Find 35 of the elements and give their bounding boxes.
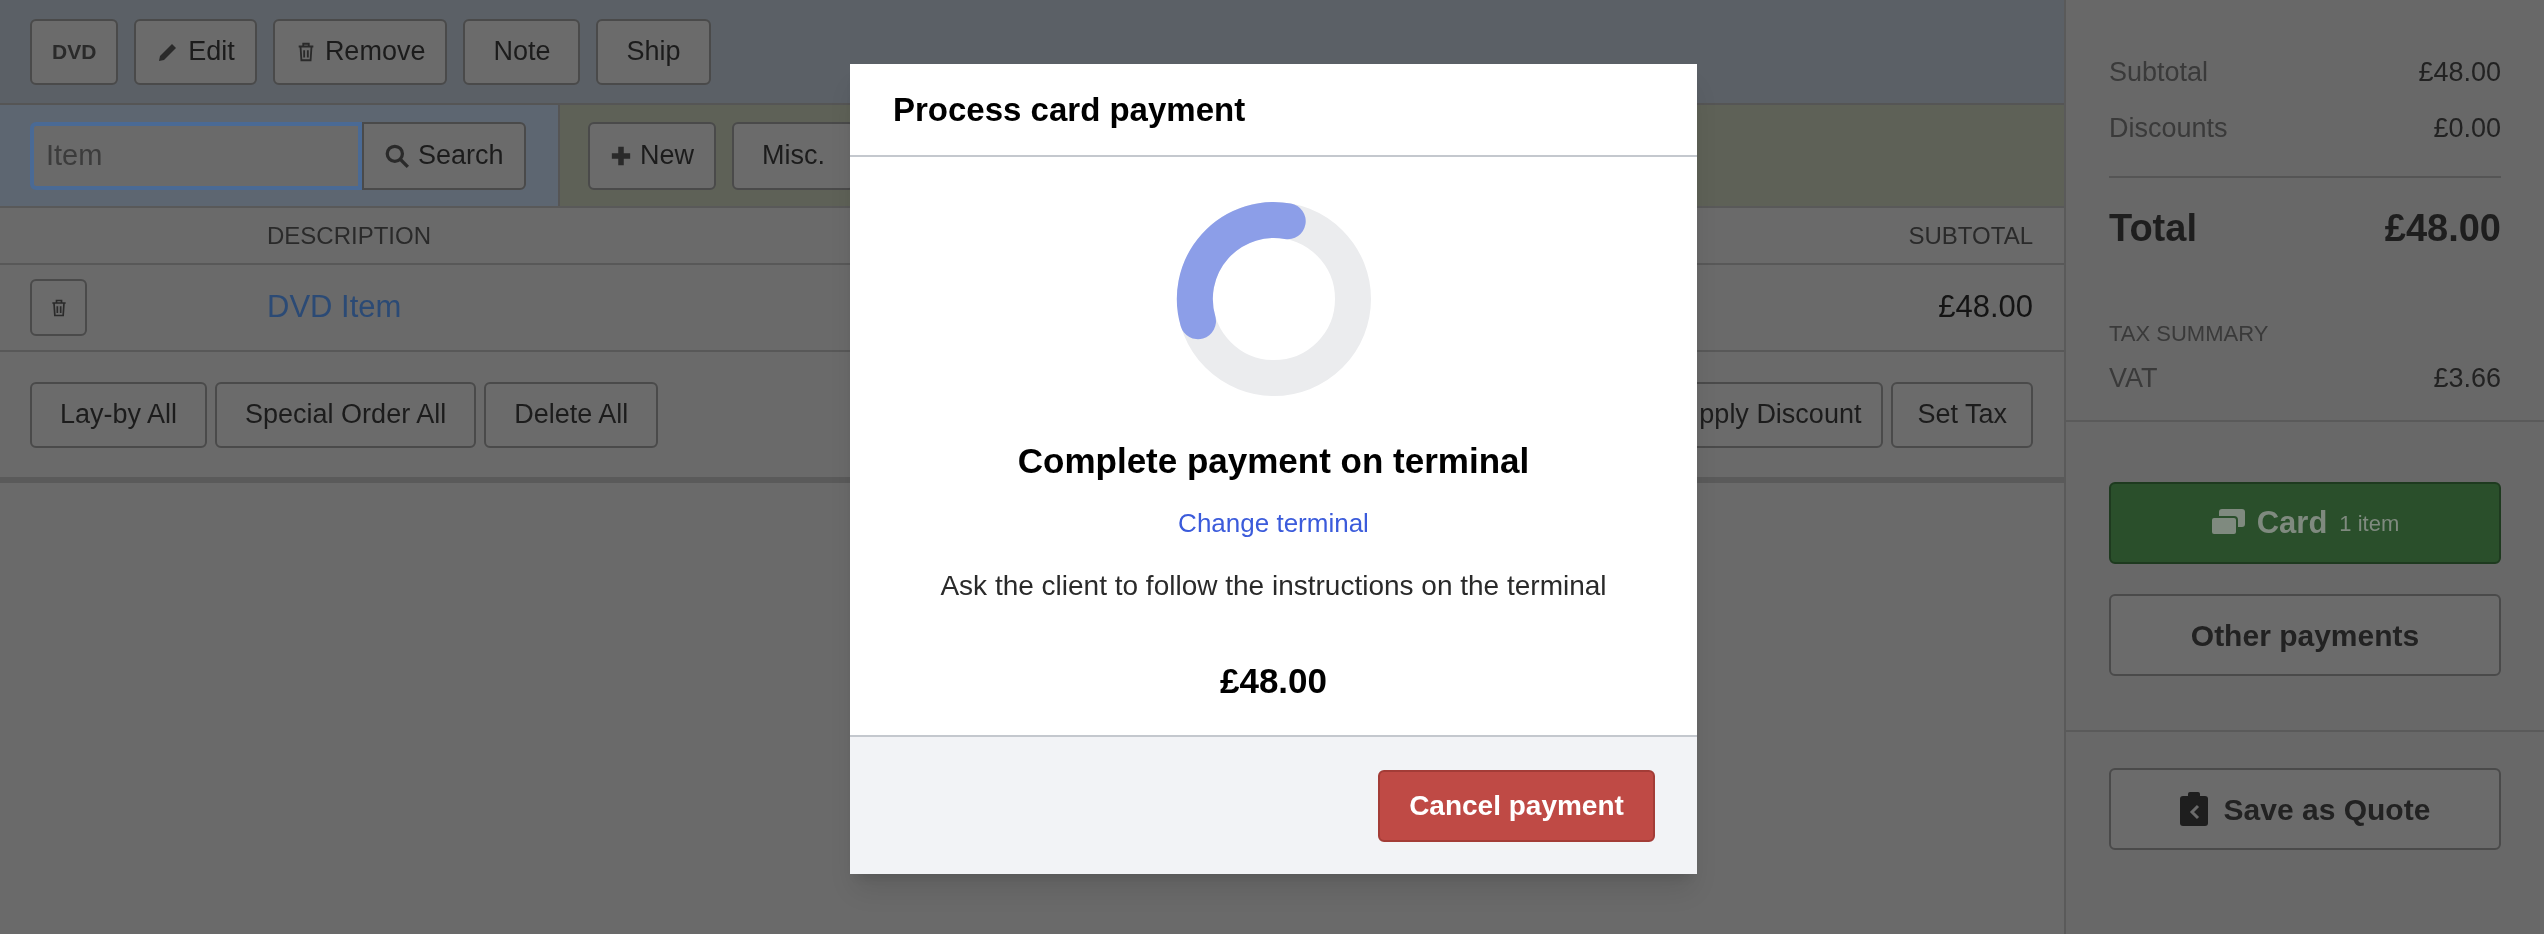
plus-icon (610, 144, 632, 167)
column-header: DESCRIPTION (267, 220, 431, 251)
edit-button[interactable]: Edit (134, 18, 257, 85)
total-value: £48.00 (2384, 206, 2501, 251)
save-quote-button[interactable]: Save as Quote (2109, 768, 2501, 850)
delete-row-button[interactable] (30, 279, 87, 336)
cancel-payment-button[interactable]: Cancel payment (1378, 769, 1655, 842)
item-link[interactable]: DVD Item (267, 284, 402, 331)
dialog-heading: Complete payment on terminal (1017, 440, 1530, 482)
spinner-icon (1175, 201, 1372, 397)
toolbar-button[interactable]: Note (463, 18, 581, 85)
instructions-text: Ask the client to follow the instructions on the terminal (940, 568, 1607, 603)
new-button[interactable]: New (588, 121, 716, 190)
toolbar-button[interactable]: Ship (596, 18, 711, 85)
change-terminal-link[interactable]: Change terminal (1178, 503, 1369, 543)
payment-amount: £48.00 (1219, 659, 1328, 702)
tax-value: £3.66 (2433, 361, 2501, 395)
search-icon (384, 142, 410, 169)
table-cell-text: £48.00 (1938, 288, 2033, 327)
line-action-button[interactable]: Set Tax (1891, 381, 2033, 448)
clipboard-icon (2179, 792, 2208, 826)
summary-value: £0.00 (2433, 111, 2501, 145)
bulk-action-button[interactable]: Special Order All (215, 381, 477, 448)
cards-icon (2210, 509, 2245, 537)
column-header: SUBTOTAL (1908, 220, 2033, 251)
bulk-action-button[interactable]: Lay-by All (30, 381, 208, 448)
dialog-title: Process card payment (893, 89, 1246, 130)
total-label: Total (2109, 206, 2197, 251)
other-payments-button[interactable]: Other payments (2109, 594, 2501, 676)
card-payment-button[interactable]: Card 1 item (2109, 482, 2501, 564)
bulk-action-button[interactable]: Delete All (484, 381, 659, 448)
dvd-button[interactable]: DVD (30, 18, 119, 85)
remove-button[interactable]: Remove (272, 18, 448, 85)
summary-value: £48.00 (2418, 55, 2501, 89)
search-button[interactable]: Search (362, 121, 526, 190)
